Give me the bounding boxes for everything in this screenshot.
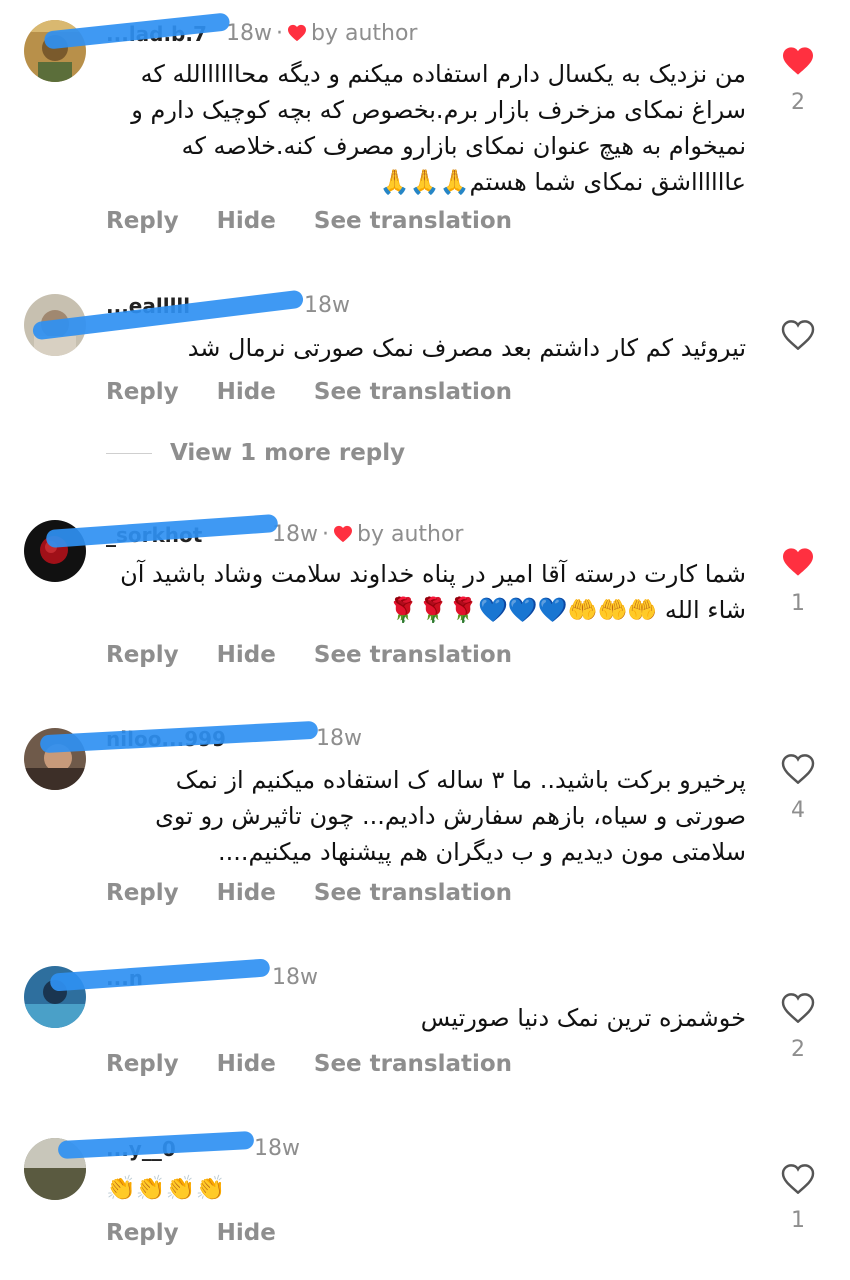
separator-dot: · (322, 522, 329, 547)
comment-text: شما کارت درسته آقا امیر در پناه خداوند س… (120, 560, 746, 624)
see-translation-button[interactable]: See translation (314, 1049, 512, 1079)
reply-button[interactable]: Reply (106, 377, 179, 407)
see-translation-button[interactable]: See translation (314, 377, 512, 407)
timestamp: 18w (254, 1136, 300, 1161)
heart-icon[interactable] (781, 547, 815, 577)
like-count: 4 (791, 798, 805, 823)
like-control: 2 (778, 993, 818, 1063)
comment-text: پرخیرو برکت باشید.. ما ۳ ساله ک استفاده … (155, 766, 746, 866)
heart-outline-icon[interactable] (781, 1164, 815, 1194)
hide-button[interactable]: Hide (217, 1049, 276, 1079)
timestamp: 18w (304, 293, 350, 318)
like-count: 2 (791, 90, 805, 115)
heart-outline-icon[interactable] (781, 754, 815, 784)
comment-text: خوشمزه ترین نمک دنیا صورتیس (420, 1004, 746, 1032)
heart-outline-icon[interactable] (781, 320, 815, 350)
heart-icon (334, 525, 352, 543)
hide-button[interactable]: Hide (217, 878, 276, 908)
comment-text: 👏👏👏👏 (106, 1174, 226, 1202)
reply-button[interactable]: Reply (106, 878, 179, 908)
comment-actions: Reply Hide See translation (106, 640, 542, 670)
timestamp: 18w (272, 522, 318, 547)
reply-button[interactable]: Reply (106, 1049, 179, 1079)
separator-dot: · (276, 21, 283, 46)
hide-button[interactable]: Hide (217, 1218, 276, 1248)
comment-actions: Reply Hide See translation (106, 1049, 542, 1079)
comment-actions: Reply Hide See translation (106, 878, 542, 908)
timestamp: 18w (226, 21, 272, 46)
like-count: 1 (791, 1208, 805, 1233)
like-control (778, 320, 818, 350)
reply-button[interactable]: Reply (106, 640, 179, 670)
like-count: 1 (791, 591, 805, 616)
comment-text: تیروئید کم کار داشتم بعد مصرف نمک صورتی … (187, 334, 746, 362)
like-control: 1 (778, 547, 818, 617)
see-translation-button[interactable]: See translation (314, 878, 512, 908)
like-count: 2 (791, 1037, 805, 1062)
heart-outline-icon[interactable] (781, 993, 815, 1023)
divider-line (106, 453, 152, 454)
like-control: 1 (778, 1164, 818, 1234)
comment-actions: Reply Hide (106, 1218, 306, 1248)
hide-button[interactable]: Hide (217, 640, 276, 670)
liked-by-author-label: by author (357, 522, 464, 547)
comment-text: من نزدیک به یکسال دارم استفاده میکنم و د… (131, 60, 746, 196)
view-more-replies-label: View 1 more reply (170, 440, 406, 466)
liked-by-author-label: by author (311, 21, 418, 46)
comment-actions: Reply Hide See translation (106, 206, 542, 236)
reply-button[interactable]: Reply (106, 206, 179, 236)
reply-button[interactable]: Reply (106, 1218, 179, 1248)
timestamp: 18w (316, 726, 362, 751)
comment-actions: Reply Hide See translation (106, 377, 542, 407)
heart-icon (288, 24, 306, 42)
timestamp: 18w (272, 965, 318, 990)
see-translation-button[interactable]: See translation (314, 206, 512, 236)
heart-icon[interactable] (781, 46, 815, 76)
like-control: 4 (778, 754, 818, 824)
view-more-replies-button[interactable]: View 1 more reply (106, 438, 405, 468)
like-control: 2 (778, 46, 818, 116)
hide-button[interactable]: Hide (217, 206, 276, 236)
hide-button[interactable]: Hide (217, 377, 276, 407)
see-translation-button[interactable]: See translation (314, 640, 512, 670)
